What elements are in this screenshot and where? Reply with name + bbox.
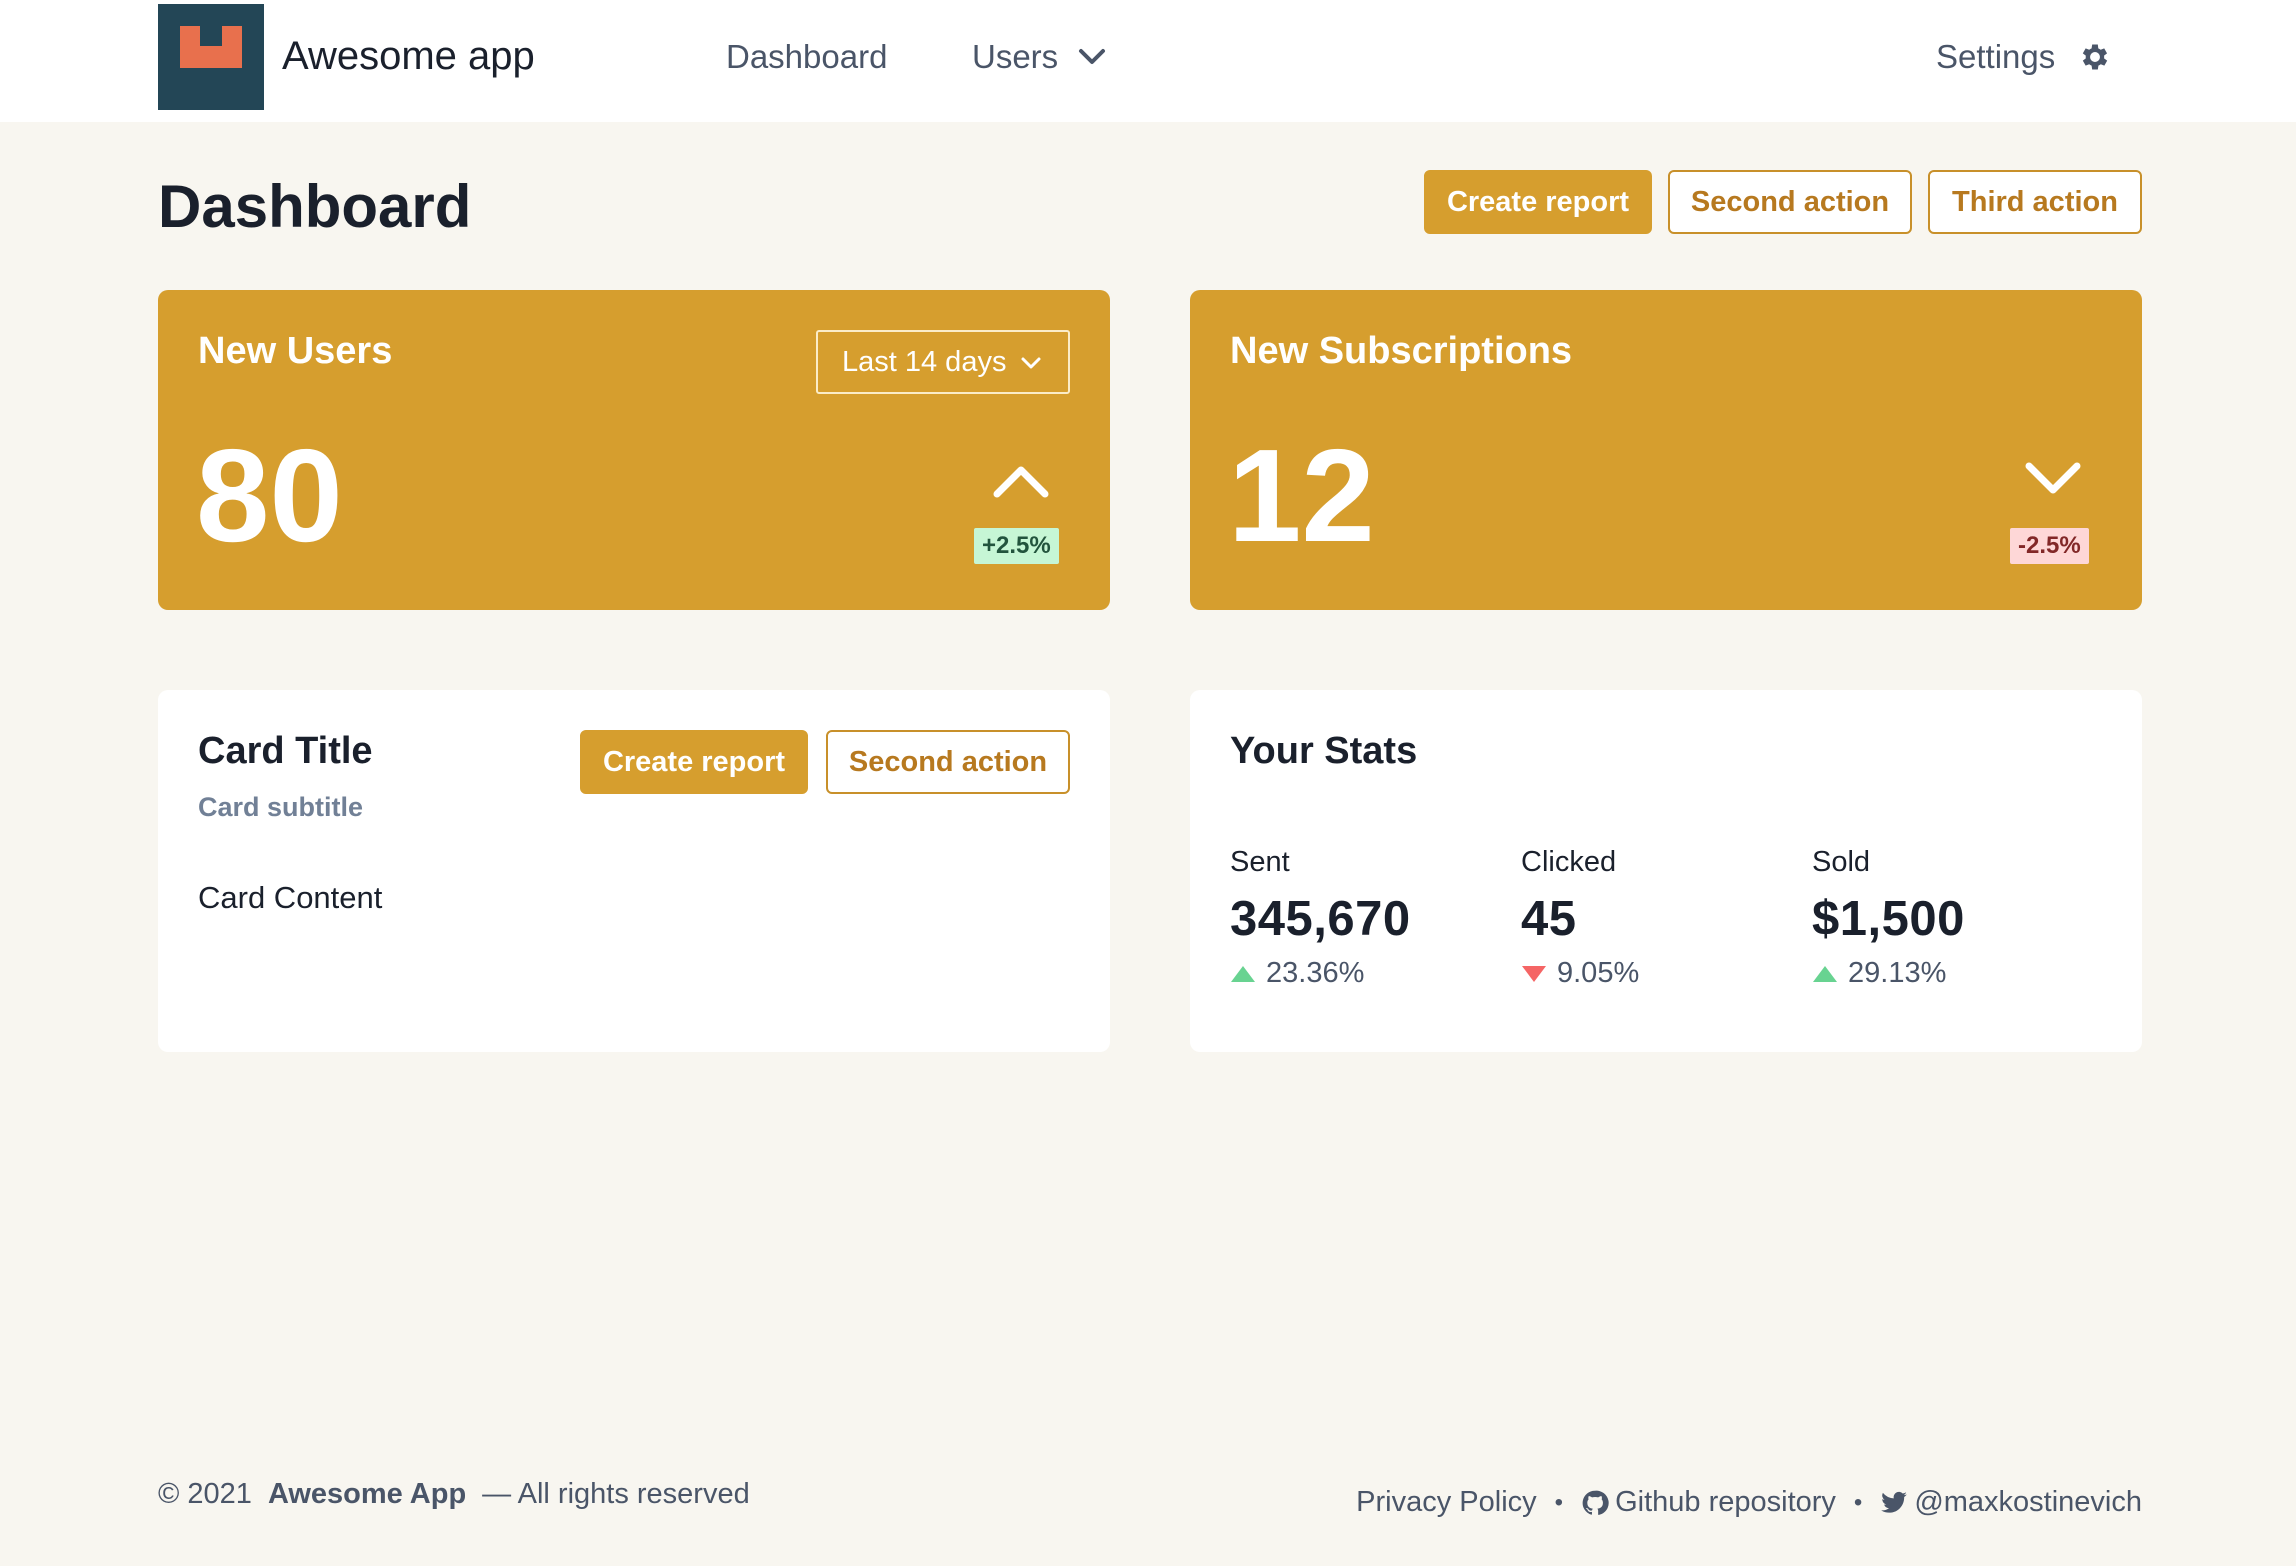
date-range-value: Last 14 days bbox=[842, 345, 1007, 378]
stat-change-value: 29.13% bbox=[1848, 957, 1947, 989]
chevron-down-icon bbox=[1021, 357, 1041, 369]
twitter-icon[interactable] bbox=[1880, 1489, 1908, 1517]
chevron-up-icon bbox=[993, 466, 1049, 498]
card-content: Card Content bbox=[198, 880, 383, 915]
new-users-card: New Users Last 14 days 80 +2.5% bbox=[158, 290, 1110, 610]
stat-change: 23.36% bbox=[1230, 957, 1510, 990]
create-report-button[interactable]: Create report bbox=[1424, 170, 1652, 234]
github-icon[interactable] bbox=[1581, 1489, 1609, 1517]
date-range-select[interactable]: Last 14 days bbox=[816, 330, 1070, 394]
logo-notch bbox=[200, 26, 222, 46]
stat-change-value: 23.36% bbox=[1266, 957, 1365, 989]
triangle-up-icon bbox=[1813, 965, 1837, 982]
third-action-button[interactable]: Third action bbox=[1928, 170, 2142, 234]
stats-card: Your Stats Sent 345,670 23.36% Clicked 4… bbox=[1190, 690, 2142, 1052]
footer-copyright: © 2021 Awesome App — All rights reserved bbox=[158, 1478, 750, 1511]
stat-number: 45 bbox=[1521, 892, 1577, 946]
chevron-down-icon bbox=[2025, 462, 2081, 494]
card-second-action-button[interactable]: Second action bbox=[826, 730, 1070, 794]
stat-sent: Sent 345,670 23.36% bbox=[1230, 846, 1510, 990]
stat-change-value: 9.05% bbox=[1557, 957, 1640, 989]
app-name[interactable]: Awesome app bbox=[282, 34, 535, 79]
trend-badge-down: -2.5% bbox=[2010, 528, 2089, 564]
second-action-button[interactable]: Second action bbox=[1668, 170, 1912, 234]
stat-card-value: 12 bbox=[1228, 422, 1375, 569]
stat-sold: Sold $1,500 29.13% bbox=[1812, 846, 2092, 990]
triangle-up-icon bbox=[1231, 965, 1255, 982]
github-repository-link[interactable]: Github repository bbox=[1615, 1486, 1836, 1519]
stat-clicked: Clicked 45 9.05% bbox=[1521, 846, 1801, 990]
rights-text: — All rights reserved bbox=[482, 1478, 750, 1510]
stat-card-title: New Users bbox=[198, 330, 393, 372]
triangle-down-icon bbox=[1522, 965, 1546, 982]
top-navbar: Awesome app Dashboard Users Settings bbox=[0, 0, 2296, 122]
stat-change: 9.05% bbox=[1521, 957, 1801, 990]
nav-users-menu[interactable]: Users bbox=[972, 38, 1058, 76]
separator-dot: • bbox=[1554, 1488, 1564, 1516]
card-create-report-button[interactable]: Create report bbox=[580, 730, 808, 794]
twitter-handle-link[interactable]: @maxkostinevich bbox=[1914, 1486, 2142, 1519]
stat-card-title: New Subscriptions bbox=[1230, 330, 1573, 372]
card-title: Card Title bbox=[198, 730, 373, 772]
stat-card-value: 80 bbox=[196, 422, 343, 569]
chevron-down-icon[interactable] bbox=[1078, 46, 1106, 68]
stat-label: Sent bbox=[1230, 846, 1290, 878]
stat-number: $1,500 bbox=[1812, 892, 1965, 946]
card-subtitle: Card subtitle bbox=[198, 792, 364, 822]
copyright-year: © 2021 bbox=[158, 1478, 252, 1510]
footer-brand: Awesome App bbox=[267, 1478, 467, 1510]
new-subscriptions-card: New Subscriptions 12 -2.5% bbox=[1190, 290, 2142, 610]
footer-links: Privacy Policy • Github repository • @ma… bbox=[1356, 1486, 2142, 1519]
page-title: Dashboard bbox=[158, 173, 472, 240]
stat-label: Clicked bbox=[1521, 846, 1617, 878]
stat-change: 29.13% bbox=[1812, 957, 2092, 990]
separator-dot: • bbox=[1853, 1488, 1863, 1516]
nav-dashboard-link[interactable]: Dashboard bbox=[726, 38, 887, 76]
trend-badge-up: +2.5% bbox=[974, 528, 1059, 564]
content-card: Card Title Card subtitle Create report S… bbox=[158, 690, 1110, 1052]
privacy-policy-link[interactable]: Privacy Policy bbox=[1356, 1486, 1537, 1519]
nav-settings-link[interactable]: Settings bbox=[1936, 38, 2055, 76]
stat-number: 345,670 bbox=[1230, 892, 1411, 946]
gear-icon[interactable] bbox=[2078, 40, 2112, 74]
stats-title: Your Stats bbox=[1230, 730, 1418, 772]
logo-icon[interactable] bbox=[158, 4, 264, 110]
stat-label: Sold bbox=[1812, 846, 1871, 878]
